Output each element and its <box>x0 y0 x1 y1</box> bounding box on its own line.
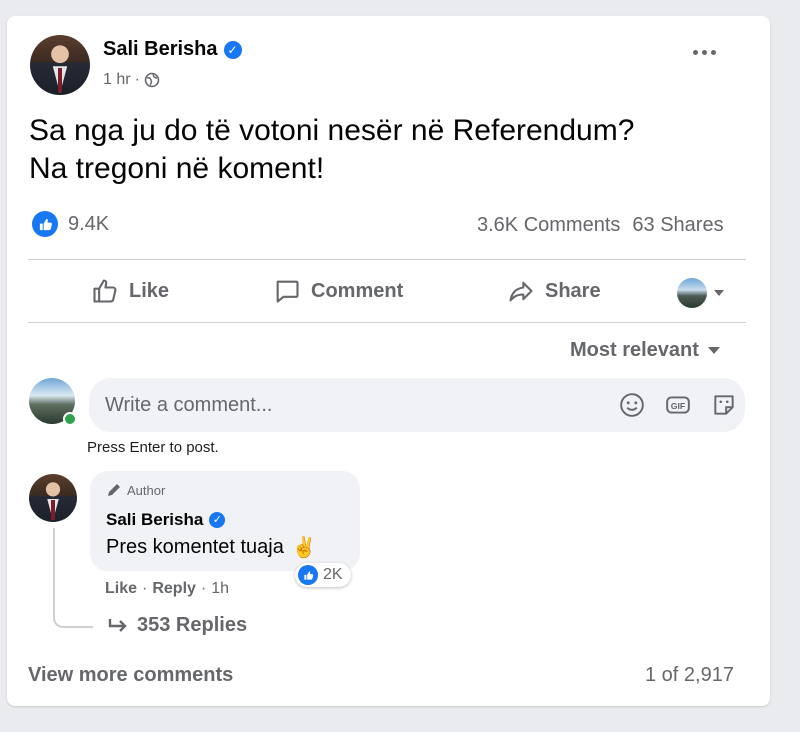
author-badge: Author <box>127 482 166 498</box>
shares-count[interactable]: 63 Shares <box>632 214 723 237</box>
svg-text:GIF: GIF <box>671 401 685 411</box>
pencil-icon <box>108 484 120 496</box>
replies-count-label: 353 Replies <box>137 614 248 636</box>
like-reaction-icon <box>32 211 58 237</box>
comment-button[interactable]: Comment <box>273 277 403 305</box>
comment-sort-dropdown[interactable]: Most relevant <box>570 339 721 362</box>
reply-arrow-icon <box>108 618 127 632</box>
comment-icon <box>276 280 299 303</box>
comment-bubble: Author Sali Berisha ✓ Pres komentet tuaj… <box>90 471 360 571</box>
globe-icon <box>144 72 160 88</box>
divider <box>28 259 746 260</box>
view-replies-button[interactable]: 353 Replies <box>107 614 247 637</box>
post-card: Sali Berisha ✓ 1 hr · Sa nga ju do të vo… <box>7 16 770 706</box>
meta-separator: · <box>134 71 140 88</box>
sort-label: Most relevant <box>570 339 699 361</box>
post-timestamp[interactable]: 1 hr <box>103 71 131 89</box>
verified-icon: ✓ <box>223 40 242 59</box>
comment-reactions[interactable]: 2K <box>295 563 351 587</box>
comment-reactions-count: 2K <box>323 566 343 583</box>
online-status-dot <box>63 412 77 426</box>
share-button[interactable]: Share <box>507 277 601 305</box>
caret-down-icon <box>714 290 724 296</box>
comment-button-label: Comment <box>311 279 404 302</box>
caret-down-icon <box>707 347 720 354</box>
like-button-label: Like <box>129 279 170 302</box>
composer-hint: Press Enter to post. <box>87 439 219 456</box>
post-text: Sa nga ju do të votoni nesër në Referend… <box>29 114 635 185</box>
reactions-count[interactable]: 9.4K <box>68 213 109 236</box>
thumbs-up-icon <box>93 279 117 303</box>
post-as-selector[interactable] <box>677 278 725 308</box>
share-arrow-icon <box>509 281 533 302</box>
divider <box>28 322 746 323</box>
comment-like-link[interactable]: Like <box>105 580 137 598</box>
gif-icon[interactable]: GIF <box>665 392 691 418</box>
comment-text: Pres komentet tuaja <box>106 536 284 558</box>
reply-thread-line <box>53 528 93 628</box>
sticker-icon[interactable] <box>711 392 737 418</box>
comment-timestamp[interactable]: 1h <box>211 580 229 598</box>
composer-avatar[interactable] <box>29 378 77 426</box>
emoji-icon[interactable] <box>619 392 645 418</box>
comment-input-placeholder: Write a comment... <box>105 394 273 416</box>
victory-hand-emoji: ✌️ <box>291 537 317 559</box>
comment-author-name[interactable]: Sali Berisha <box>106 510 203 530</box>
like-button[interactable]: Like <box>91 277 169 305</box>
author-avatar[interactable] <box>30 35 90 95</box>
share-button-label: Share <box>545 279 601 302</box>
profile-thumbnail <box>677 278 707 308</box>
comment-input[interactable]: Write a comment... GIF <box>89 378 745 432</box>
post-options-button[interactable] <box>693 50 716 55</box>
view-more-comments-link[interactable]: View more comments <box>28 664 233 687</box>
like-reaction-icon <box>298 565 318 585</box>
comment-pagination: 1 of 2,917 <box>645 664 734 686</box>
comments-count[interactable]: 3.6K Comments <box>477 214 620 237</box>
post-author-name[interactable]: Sali Berisha <box>103 38 218 61</box>
comment-reply-link[interactable]: Reply <box>152 580 196 598</box>
ellipsis-icon <box>693 50 716 55</box>
commenter-avatar[interactable] <box>29 474 77 522</box>
verified-icon: ✓ <box>209 512 226 528</box>
